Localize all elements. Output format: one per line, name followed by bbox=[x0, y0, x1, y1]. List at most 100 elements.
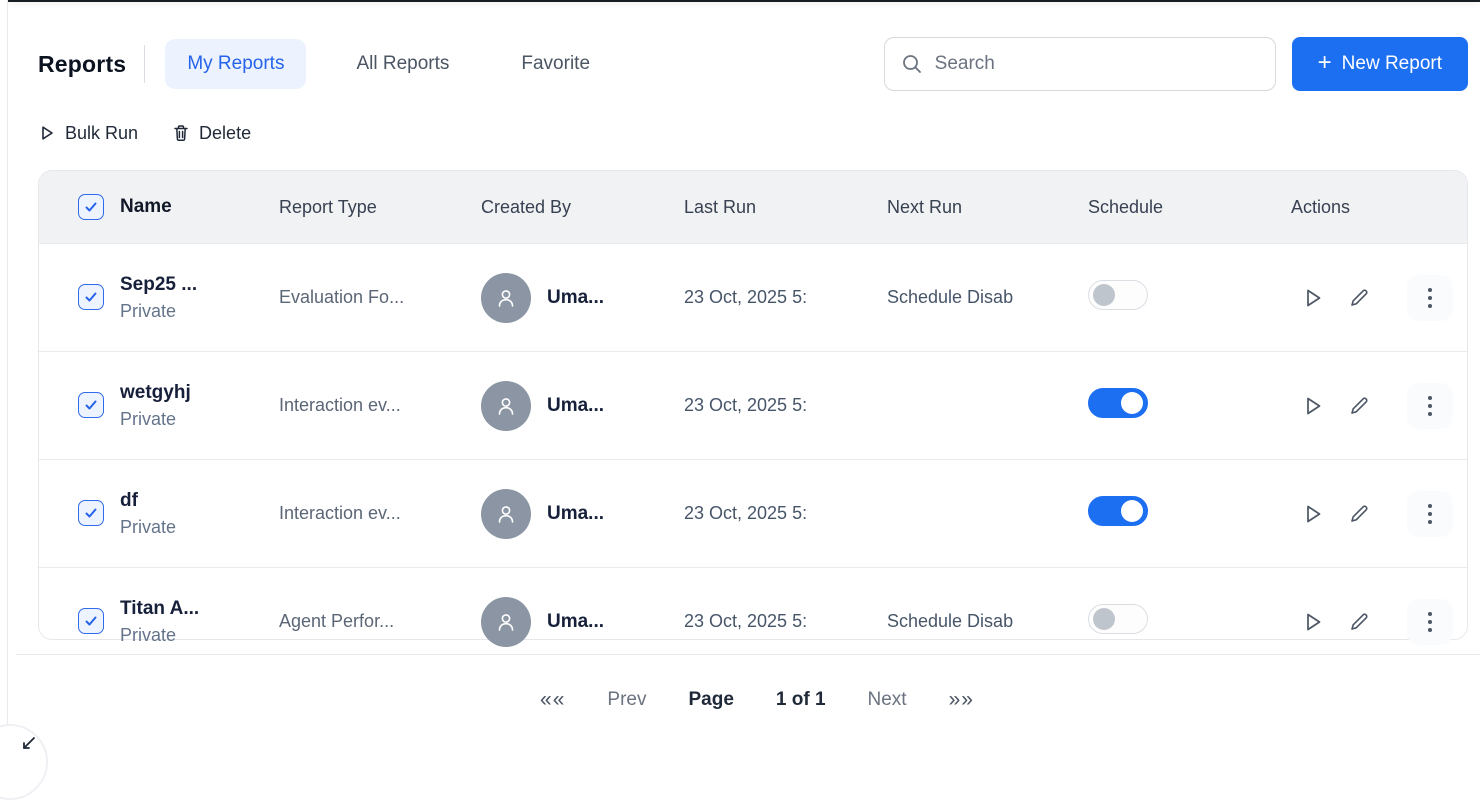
col-last-run: Last Run bbox=[684, 197, 887, 218]
delete-button[interactable]: Delete bbox=[172, 123, 251, 144]
table-row: df Private Interaction ev... Uma... 23 O… bbox=[39, 459, 1467, 567]
col-next-run: Next Run bbox=[887, 197, 1088, 218]
more-actions-button[interactable] bbox=[1407, 275, 1453, 321]
edit-report-button[interactable] bbox=[1343, 390, 1375, 422]
avatar bbox=[481, 489, 531, 539]
kebab-icon bbox=[1427, 286, 1433, 310]
run-report-button[interactable] bbox=[1297, 606, 1329, 638]
run-report-button[interactable] bbox=[1297, 282, 1329, 314]
tab-favorite[interactable]: Favorite bbox=[499, 39, 612, 89]
creator-name: Uma... bbox=[547, 611, 604, 633]
avatar bbox=[481, 381, 531, 431]
play-icon bbox=[1301, 286, 1325, 310]
more-actions-button[interactable] bbox=[1407, 491, 1453, 537]
more-actions-button[interactable] bbox=[1407, 383, 1453, 429]
last-run-value: 23 Oct, 2025 5: bbox=[684, 611, 887, 632]
report-visibility: Private bbox=[120, 622, 199, 648]
next-run-value: Schedule Disab bbox=[887, 611, 1088, 632]
pencil-icon bbox=[1347, 502, 1371, 526]
play-icon bbox=[1301, 394, 1325, 418]
table-header-row: Name Report Type Created By Last Run Nex… bbox=[39, 171, 1467, 243]
tab-all-reports[interactable]: All Reports bbox=[334, 39, 471, 89]
title-divider bbox=[144, 45, 145, 83]
report-visibility: Private bbox=[120, 298, 197, 324]
pencil-icon bbox=[1347, 610, 1371, 634]
search-box[interactable] bbox=[884, 37, 1276, 91]
creator-name: Uma... bbox=[547, 287, 604, 309]
user-icon bbox=[493, 501, 519, 527]
avatar bbox=[481, 597, 531, 647]
schedule-toggle[interactable] bbox=[1088, 388, 1148, 418]
report-type: Agent Perfor... bbox=[279, 611, 481, 632]
more-actions-button[interactable] bbox=[1407, 599, 1453, 645]
toggle-knob bbox=[1121, 392, 1143, 414]
report-type: Evaluation Fo... bbox=[279, 287, 481, 308]
user-icon bbox=[493, 609, 519, 635]
row-checkbox[interactable] bbox=[78, 608, 104, 634]
tab-my-reports[interactable]: My Reports bbox=[165, 39, 306, 89]
bulk-run-button[interactable]: Bulk Run bbox=[38, 123, 138, 144]
first-page-button[interactable]: «« bbox=[540, 688, 565, 712]
next-page-button[interactable]: Next bbox=[868, 689, 907, 711]
last-run-value: 23 Oct, 2025 5: bbox=[684, 395, 887, 416]
play-icon bbox=[1301, 502, 1325, 526]
new-report-label: New Report bbox=[1342, 53, 1442, 75]
user-icon bbox=[493, 285, 519, 311]
select-all-checkbox[interactable] bbox=[78, 194, 104, 220]
check-icon bbox=[84, 398, 98, 412]
reports-page: Reports My Reports All Reports Favorite … bbox=[8, 0, 1480, 640]
col-created-by: Created By bbox=[481, 197, 684, 218]
plus-icon: + bbox=[1318, 51, 1332, 75]
last-run-value: 23 Oct, 2025 5: bbox=[684, 287, 887, 308]
kebab-icon bbox=[1427, 394, 1433, 418]
table-row: wetgyhj Private Interaction ev... Uma...… bbox=[39, 351, 1467, 459]
edit-report-button[interactable] bbox=[1343, 282, 1375, 314]
search-icon bbox=[901, 53, 923, 75]
section-divider bbox=[16, 654, 1480, 655]
bulk-actions-toolbar: Bulk Run Delete bbox=[38, 118, 1468, 148]
toggle-knob bbox=[1093, 284, 1115, 306]
report-type: Interaction ev... bbox=[279, 503, 481, 524]
kebab-icon bbox=[1427, 502, 1433, 526]
pencil-icon bbox=[1347, 394, 1371, 418]
play-icon bbox=[1301, 610, 1325, 634]
trash-icon bbox=[172, 124, 190, 142]
check-icon bbox=[84, 506, 98, 520]
report-name[interactable]: Sep25 ... bbox=[120, 271, 197, 299]
bulk-run-label: Bulk Run bbox=[65, 123, 138, 144]
row-checkbox[interactable] bbox=[78, 500, 104, 526]
search-input[interactable] bbox=[935, 53, 1259, 75]
pagination: «« Prev Page 1 of 1 Next »» bbox=[46, 688, 1468, 712]
row-checkbox[interactable] bbox=[78, 392, 104, 418]
pencil-icon bbox=[1347, 286, 1371, 310]
schedule-toggle[interactable] bbox=[1088, 604, 1148, 634]
report-name[interactable]: df bbox=[120, 487, 176, 515]
col-report-type: Report Type bbox=[279, 197, 481, 218]
run-report-button[interactable] bbox=[1297, 498, 1329, 530]
header-right: + New Report bbox=[884, 37, 1468, 91]
next-run-value: Schedule Disab bbox=[887, 287, 1088, 308]
check-icon bbox=[84, 200, 98, 214]
edit-report-button[interactable] bbox=[1343, 606, 1375, 638]
prev-page-button[interactable]: Prev bbox=[607, 689, 646, 711]
page-value: 1 of 1 bbox=[776, 689, 826, 711]
row-checkbox[interactable] bbox=[78, 284, 104, 310]
avatar bbox=[481, 273, 531, 323]
page-header: Reports My Reports All Reports Favorite … bbox=[38, 36, 1468, 92]
last-page-button[interactable]: »» bbox=[949, 688, 974, 712]
run-report-button[interactable] bbox=[1297, 390, 1329, 422]
collapse-arrow-icon bbox=[22, 736, 36, 750]
schedule-toggle[interactable] bbox=[1088, 280, 1148, 310]
creator-name: Uma... bbox=[547, 503, 604, 525]
kebab-icon bbox=[1427, 610, 1433, 634]
report-name[interactable]: Titan A... bbox=[120, 595, 199, 623]
edit-report-button[interactable] bbox=[1343, 498, 1375, 530]
report-tabs: My Reports All Reports Favorite bbox=[165, 39, 612, 89]
report-visibility: Private bbox=[120, 406, 191, 432]
sidebar-collapse-button[interactable] bbox=[0, 724, 48, 800]
page-label: Page bbox=[688, 689, 733, 711]
report-type: Interaction ev... bbox=[279, 395, 481, 416]
schedule-toggle[interactable] bbox=[1088, 496, 1148, 526]
new-report-button[interactable]: + New Report bbox=[1292, 37, 1468, 91]
report-name[interactable]: wetgyhj bbox=[120, 379, 191, 407]
